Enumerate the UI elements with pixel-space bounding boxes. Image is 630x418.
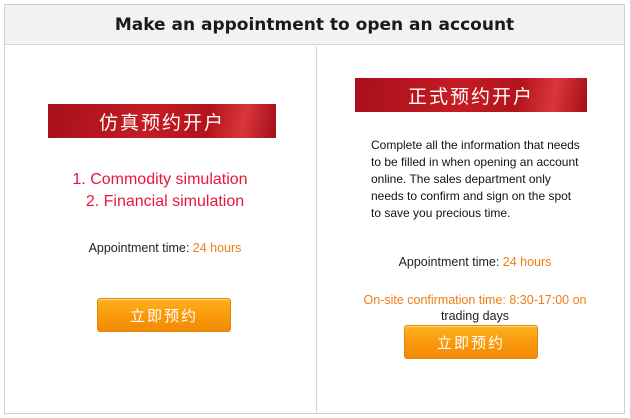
list-item-financial: 2. Financial simulation: [85, 193, 245, 210]
onsite-days: trading days: [440, 309, 510, 323]
appointment-label: Appointment time:: [398, 255, 503, 269]
onsite-confirmation: On-site confirmation time: 8:30-17:00 on…: [325, 292, 625, 324]
formal-appointment-time: Appointment time: 24 hours: [355, 255, 595, 269]
onsite-time: On-site confirmation time: 8:30-17:00 on: [363, 293, 587, 307]
simulation-book-button[interactable]: 立即预约: [97, 298, 231, 332]
panel-header: Make an appointment to open an account: [5, 5, 624, 45]
page-title: Make an appointment to open an account: [114, 14, 515, 35]
appointment-label: Appointment time:: [88, 241, 193, 255]
simulation-appointment-time: Appointment time: 24 hours: [45, 241, 285, 255]
appointment-panel: Make an appointment to open an account 仿…: [4, 4, 625, 414]
list-item-commodity: 1. Commodity simulation: [72, 171, 248, 188]
column-divider: [316, 46, 317, 414]
appointment-value: 24 hours: [192, 241, 242, 255]
simulation-banner: 仿真预约开户: [48, 104, 276, 138]
simulation-list: 1. Commodity simulation 2. Financial sim…: [25, 169, 295, 213]
formal-book-button[interactable]: 立即预约: [404, 325, 538, 359]
appointment-value: 24 hours: [502, 255, 552, 269]
formal-banner: 正式预约开户: [355, 78, 587, 112]
formal-description: Complete all the information that needs …: [371, 138, 580, 220]
